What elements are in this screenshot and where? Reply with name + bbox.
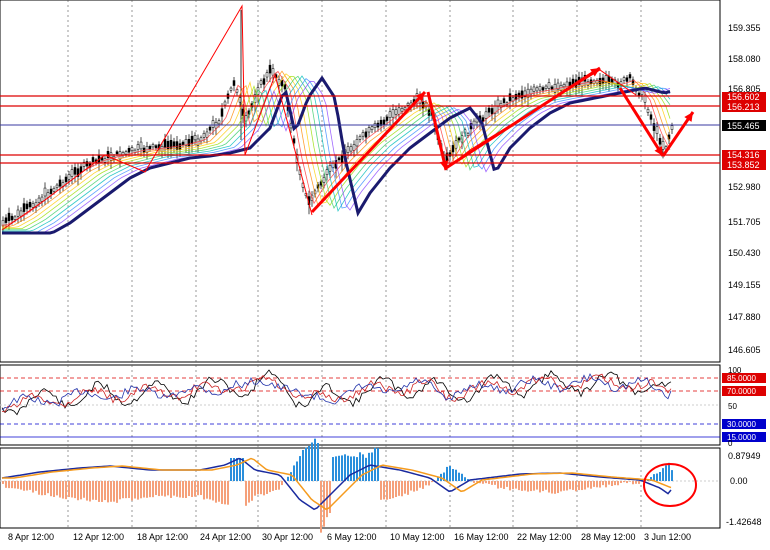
time-label-5: 6 May 12:00 — [327, 532, 377, 542]
macd-zero-label: 0.00 — [730, 476, 748, 486]
time-label-0: 8 Apr 12:00 — [8, 532, 54, 542]
time-label-3: 24 Apr 12:00 — [200, 532, 251, 542]
price-label-0: 159.355 — [728, 23, 761, 33]
rsi-mid-label: 50 — [728, 402, 737, 411]
time-label-2: 18 Apr 12:00 — [137, 532, 188, 542]
rsi-level-30: 30.0000 — [727, 420, 756, 429]
macd-top-label: 0.87949 — [728, 451, 761, 461]
time-axis: 8 Apr 12:00 12 Apr 12:00 18 Apr 12:00 24… — [8, 532, 691, 542]
time-label-1: 12 Apr 12:00 — [73, 532, 124, 542]
current-price-tag: 155.465 — [727, 121, 760, 131]
time-label-6: 10 May 12:00 — [390, 532, 445, 542]
macd-bottom-label: -1.42648 — [726, 517, 762, 527]
time-label-7: 16 May 12:00 — [454, 532, 509, 542]
trading-chart-window[interactable]: 159.355 158.080 156.805 152.980 151.705 … — [0, 0, 770, 545]
level-tag-3: 154.316 — [727, 150, 760, 160]
rsi-bottom-label: 0 — [728, 439, 733, 448]
price-label-1: 158.080 — [728, 54, 761, 64]
time-label-8: 22 May 12:00 — [517, 532, 572, 542]
price-label-10: 146.605 — [728, 345, 761, 355]
level-tag-2: 156.213 — [727, 102, 760, 112]
price-label-5: 152.980 — [728, 182, 761, 192]
level-tag-1: 156.602 — [727, 92, 760, 102]
price-label-8: 149.155 — [728, 280, 761, 290]
rsi-level-70: 70.0000 — [727, 387, 756, 396]
time-label-9: 28 May 12:00 — [581, 532, 636, 542]
time-label-10: 3 Jun 12:00 — [644, 532, 691, 542]
price-label-6: 151.705 — [728, 217, 761, 227]
rsi-level-85: 85.0000 — [727, 374, 756, 383]
time-label-4: 30 Apr 12:00 — [262, 532, 313, 542]
chart-canvas[interactable]: 159.355 158.080 156.805 152.980 151.705 … — [0, 0, 770, 545]
level-tag-4: 153.852 — [727, 160, 760, 170]
price-label-7: 150.430 — [728, 248, 761, 258]
price-label-9: 147.880 — [728, 312, 761, 322]
